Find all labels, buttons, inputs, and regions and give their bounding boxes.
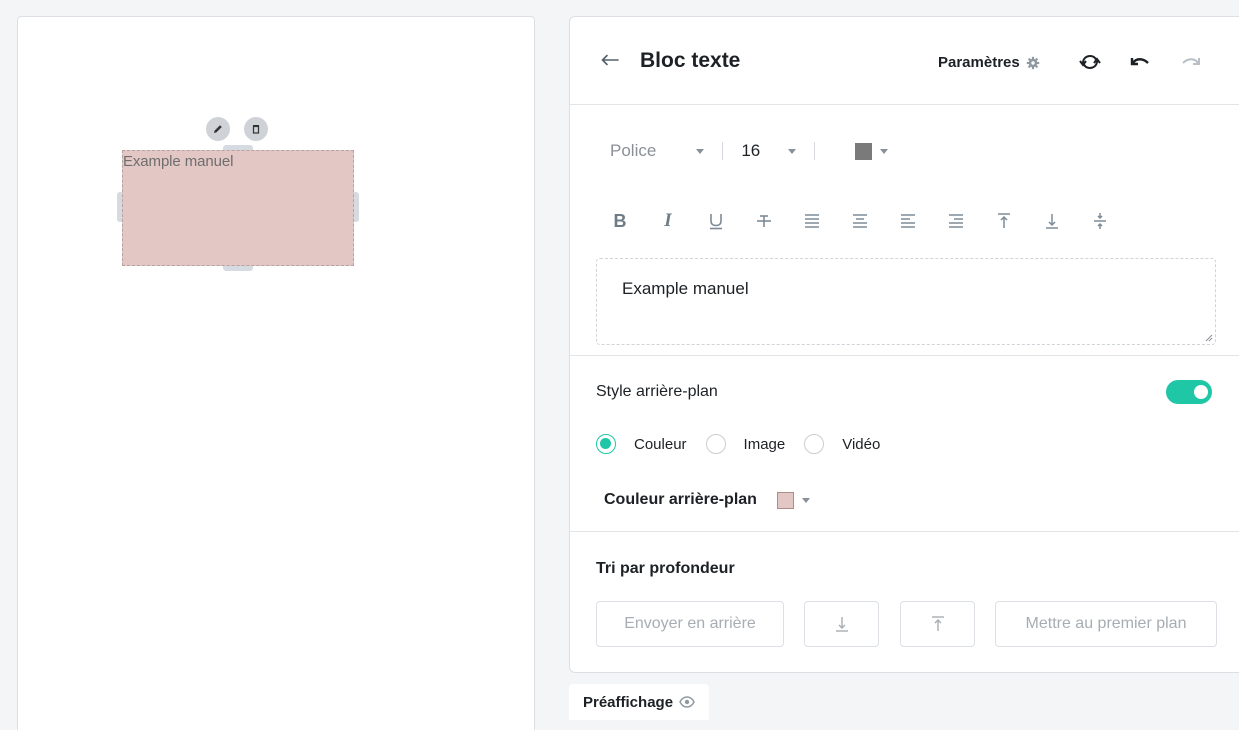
align-right-icon[interactable] [944,209,968,233]
valign-bottom-icon[interactable] [1040,209,1064,233]
text-content-field[interactable]: Example manuel [596,258,1216,345]
radio-couleur-label: Couleur [634,435,687,453]
toolbar-divider [814,142,816,160]
send-back-button[interactable]: Envoyer en arrière [596,601,784,647]
panel-title: Bloc texte [640,49,741,72]
section-divider [570,355,1239,356]
radio-video-label: Vidéo [842,435,881,453]
font-size-select[interactable]: 16 [741,141,797,161]
chevron-down-icon [880,148,889,154]
chevron-down-icon [801,497,810,503]
params-label: Paramètres [938,54,1020,71]
background-style-toggle[interactable] [1166,380,1212,404]
font-color-swatch [855,142,873,160]
redo-icon[interactable] [1179,52,1203,72]
eye-icon [679,696,695,708]
move-down-button[interactable] [804,601,879,647]
text-block-content: Example manuel [123,153,234,170]
panel-header: Bloc texte Paramètres [570,17,1239,105]
toolbar-divider [722,142,724,160]
bring-front-button[interactable]: Mettre au premier plan [995,601,1217,647]
format-toolbar: B I [608,209,1136,233]
bring-front-label: Mettre au premier plan [1025,615,1187,632]
background-color-label: Couleur arrière-plan [604,491,757,508]
strikethrough-icon[interactable] [752,209,776,233]
properties-panel: Bloc texte Paramètres Police 16 B I Exam… [569,16,1239,673]
font-family-select[interactable]: Police [610,141,705,161]
preview-label: Préaffichage [583,693,674,711]
preview-tab[interactable]: Préaffichage [569,684,710,720]
background-color-row: Couleur arrière-plan [604,491,810,509]
undo-icon[interactable] [1128,52,1152,72]
arrow-left-icon[interactable] [600,52,620,68]
gear-icon [1026,56,1039,69]
font-family-value: Police [610,141,657,160]
radio-image-label: Image [743,435,786,453]
refresh-icon[interactable] [1078,52,1102,72]
font-color-select[interactable] [855,142,889,160]
background-color-swatch [776,491,794,509]
pencil-icon[interactable] [206,117,230,141]
background-type-options: Couleur Image Vidéo [596,434,899,454]
resize-grip-icon[interactable] [1205,334,1213,342]
underline-icon[interactable] [704,209,728,233]
bold-icon[interactable]: B [608,209,632,233]
arrow-down-to-line-icon [835,617,848,632]
section-divider [570,531,1239,532]
radio-video[interactable] [804,434,825,454]
valign-middle-icon[interactable] [1088,209,1112,233]
chevron-down-icon [696,148,705,154]
background-style-label: Style arrière-plan [596,383,718,400]
chevron-down-icon [788,148,797,154]
background-color-select[interactable] [776,491,810,509]
valign-top-icon[interactable] [992,209,1016,233]
arrow-up-to-line-icon [931,616,944,631]
font-size-value: 16 [741,141,761,160]
radio-couleur[interactable] [596,434,616,454]
align-center-icon[interactable] [848,209,872,233]
text-content-value: Example manuel [622,279,749,298]
design-canvas[interactable]: Example manuel [17,16,535,730]
align-justify-icon[interactable] [800,209,824,233]
radio-image[interactable] [705,434,726,454]
depth-sort-label: Tri par profondeur [596,560,735,577]
font-toolbar: Police 16 [610,141,889,161]
move-up-button[interactable] [900,601,975,647]
trash-icon[interactable] [244,117,268,141]
params-button[interactable]: Paramètres [938,54,1040,71]
italic-icon[interactable]: I [656,209,680,233]
text-block[interactable]: Example manuel [122,150,354,266]
align-left-icon[interactable] [896,209,920,233]
block-actions [206,117,268,141]
send-back-label: Envoyer en arrière [624,615,756,632]
